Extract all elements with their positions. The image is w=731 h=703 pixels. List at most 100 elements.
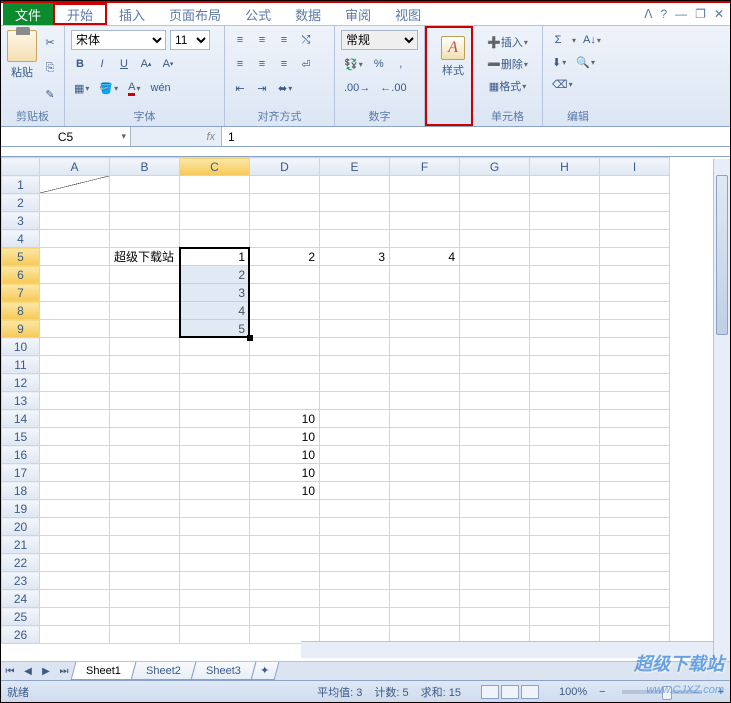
row-header-10[interactable]: 10	[2, 338, 40, 356]
row-header-17[interactable]: 17	[2, 464, 40, 482]
cell-G25[interactable]	[460, 608, 530, 626]
format-painter-icon[interactable]: ✎	[41, 84, 59, 104]
cell-F6[interactable]	[390, 266, 460, 284]
indent-dec-icon[interactable]: ⇤	[231, 78, 249, 98]
row-header-16[interactable]: 16	[2, 446, 40, 464]
number-format-select[interactable]: 常规	[341, 30, 418, 50]
wrap-text-icon[interactable]: ⏎	[297, 54, 315, 74]
row-header-2[interactable]: 2	[2, 194, 40, 212]
cell-A19[interactable]	[40, 500, 110, 518]
cell-D9[interactable]	[250, 320, 320, 338]
cell-H23[interactable]	[530, 572, 600, 590]
cell-F11[interactable]	[390, 356, 460, 374]
row-header-5[interactable]: 5	[2, 248, 40, 266]
cell-G10[interactable]	[460, 338, 530, 356]
cell-F14[interactable]	[390, 410, 460, 428]
cell-I15[interactable]	[600, 428, 670, 446]
cell-C12[interactable]	[180, 374, 250, 392]
cell-I9[interactable]	[600, 320, 670, 338]
tab-review[interactable]: 审阅	[333, 3, 383, 25]
sort-icon[interactable]: A↓▾	[580, 30, 604, 50]
cell-G4[interactable]	[460, 230, 530, 248]
cell-D18[interactable]: 10	[250, 482, 320, 500]
cell-B15[interactable]	[110, 428, 180, 446]
cell-C24[interactable]	[180, 590, 250, 608]
cell-A11[interactable]	[40, 356, 110, 374]
cell-I4[interactable]	[600, 230, 670, 248]
cell-A23[interactable]	[40, 572, 110, 590]
cell-G9[interactable]	[460, 320, 530, 338]
cell-C16[interactable]	[180, 446, 250, 464]
cell-G24[interactable]	[460, 590, 530, 608]
cell-A1[interactable]	[40, 176, 110, 194]
cell-C21[interactable]	[180, 536, 250, 554]
align-right-icon[interactable]: ≡	[275, 54, 293, 74]
cell-G19[interactable]	[460, 500, 530, 518]
cell-I2[interactable]	[600, 194, 670, 212]
cell-C17[interactable]	[180, 464, 250, 482]
cell-A17[interactable]	[40, 464, 110, 482]
cell-C26[interactable]	[180, 626, 250, 644]
cell-D13[interactable]	[250, 392, 320, 410]
cell-A7[interactable]	[40, 284, 110, 302]
cell-B10[interactable]	[110, 338, 180, 356]
formula-bar[interactable]: 1	[221, 127, 730, 146]
border-icon[interactable]: ▦▾	[71, 78, 92, 98]
cell-E24[interactable]	[320, 590, 390, 608]
tab-insert[interactable]: 插入	[107, 3, 157, 25]
cell-H7[interactable]	[530, 284, 600, 302]
cell-E25[interactable]	[320, 608, 390, 626]
cell-C7[interactable]: 3	[180, 284, 250, 302]
cell-I13[interactable]	[600, 392, 670, 410]
zoom-level[interactable]: 100%	[559, 686, 587, 698]
cell-B22[interactable]	[110, 554, 180, 572]
cell-E18[interactable]	[320, 482, 390, 500]
cell-I8[interactable]	[600, 302, 670, 320]
cell-H14[interactable]	[530, 410, 600, 428]
cell-E12[interactable]	[320, 374, 390, 392]
cell-E9[interactable]	[320, 320, 390, 338]
cell-D7[interactable]	[250, 284, 320, 302]
row-header-9[interactable]: 9	[2, 320, 40, 338]
row-header-20[interactable]: 20	[2, 518, 40, 536]
cell-C4[interactable]	[180, 230, 250, 248]
window-min-icon[interactable]: —	[675, 7, 687, 21]
scrollbar-vertical[interactable]	[713, 159, 730, 662]
tab-data[interactable]: 数据	[283, 3, 333, 25]
align-top-icon[interactable]: ≡	[231, 30, 249, 50]
col-header-D[interactable]: D	[250, 158, 320, 176]
cell-E3[interactable]	[320, 212, 390, 230]
cell-E4[interactable]	[320, 230, 390, 248]
cell-B20[interactable]	[110, 518, 180, 536]
cell-B12[interactable]	[110, 374, 180, 392]
cell-C14[interactable]	[180, 410, 250, 428]
cell-B18[interactable]	[110, 482, 180, 500]
cell-F12[interactable]	[390, 374, 460, 392]
cell-D24[interactable]	[250, 590, 320, 608]
cell-F20[interactable]	[390, 518, 460, 536]
cell-B5[interactable]: 超级下载站	[110, 248, 180, 266]
cell-E11[interactable]	[320, 356, 390, 374]
cell-B4[interactable]	[110, 230, 180, 248]
cell-D22[interactable]	[250, 554, 320, 572]
bold-button[interactable]: B	[71, 54, 89, 74]
cell-C8[interactable]: 4	[180, 302, 250, 320]
view-normal-icon[interactable]	[481, 685, 499, 699]
copy-icon[interactable]: ⎘	[41, 58, 59, 78]
cell-C18[interactable]	[180, 482, 250, 500]
cell-I25[interactable]	[600, 608, 670, 626]
sheet-tab-1[interactable]: Sheet1	[71, 662, 137, 680]
cell-I11[interactable]	[600, 356, 670, 374]
cell-H5[interactable]	[530, 248, 600, 266]
cell-A22[interactable]	[40, 554, 110, 572]
cell-I5[interactable]	[600, 248, 670, 266]
font-size-select[interactable]: 11	[170, 30, 210, 50]
cell-G17[interactable]	[460, 464, 530, 482]
cell-D6[interactable]	[250, 266, 320, 284]
cell-A18[interactable]	[40, 482, 110, 500]
cell-E6[interactable]	[320, 266, 390, 284]
cell-I10[interactable]	[600, 338, 670, 356]
underline-button[interactable]: U	[115, 54, 133, 74]
insert-cells-button[interactable]: ➕ 插入▾	[479, 32, 536, 52]
cell-C9[interactable]: 5	[180, 320, 250, 338]
